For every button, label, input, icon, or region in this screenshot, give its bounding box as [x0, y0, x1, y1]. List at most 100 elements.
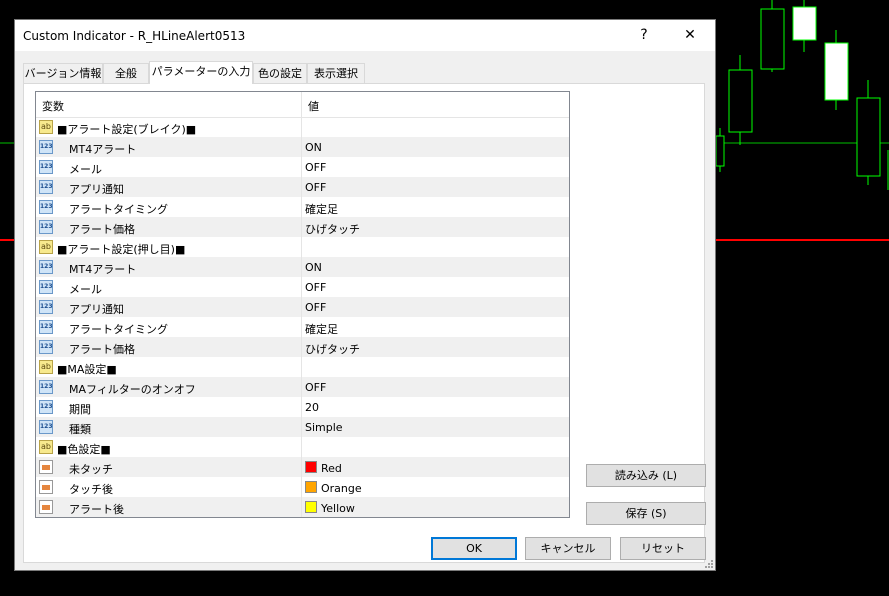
number-type-icon: 123	[39, 180, 53, 194]
table-row[interactable]: 123 期間 20	[36, 397, 569, 417]
parameter-value-cell[interactable]: ひげタッチ	[305, 341, 360, 357]
parameter-value-cell[interactable]: OFF	[305, 181, 326, 194]
parameter-value: OFF	[305, 161, 327, 174]
parameter-value-cell[interactable]: Yellow	[305, 501, 355, 515]
cell-divider	[301, 217, 302, 237]
parameter-name: MT4アラート	[69, 143, 137, 156]
table-row[interactable]: ab ■MA設定■	[36, 357, 569, 377]
table-row[interactable]: 123 アプリ通知 OFF	[36, 177, 569, 197]
number-type-icon: 123	[39, 200, 53, 214]
table-row[interactable]: タッチ後 Orange	[36, 477, 569, 497]
number-type-icon: 123	[39, 420, 53, 434]
table-row[interactable]: 123 メール OFF	[36, 277, 569, 297]
table-row[interactable]: 123 アラート価格 ひげタッチ	[36, 337, 569, 357]
close-button[interactable]: ✕	[667, 20, 713, 51]
cancel-button[interactable]: キャンセル	[525, 537, 611, 560]
title-bar: Custom Indicator - R_HLineAlert0513 ? ✕	[15, 20, 715, 51]
group-heading: ■アラート設定(ブレイク)■	[57, 123, 197, 136]
reset-button[interactable]: リセット	[620, 537, 706, 560]
cell-divider	[301, 177, 302, 197]
color-swatch	[305, 481, 317, 493]
parameter-name: MAフィルターのオンオフ	[69, 383, 196, 396]
group-heading: ■MA設定■	[57, 363, 117, 376]
cell-divider	[301, 197, 302, 217]
parameter-value-cell[interactable]: ひげタッチ	[305, 221, 360, 237]
parameter-value: OFF	[305, 301, 327, 314]
table-row[interactable]: 123 MAフィルターのオンオフ OFF	[36, 377, 569, 397]
save-button[interactable]: 保存 (S)	[586, 502, 706, 525]
table-row[interactable]: 123 種類 Simple	[36, 417, 569, 437]
table-row[interactable]: 123 MT4アラート ON	[36, 137, 569, 157]
tab-general[interactable]: 全般	[103, 63, 149, 83]
parameter-value-cell[interactable]: Orange	[305, 481, 362, 495]
parameter-value-cell[interactable]: Simple	[305, 421, 343, 434]
parameter-value-cell[interactable]: ON	[305, 141, 322, 154]
cell-divider	[301, 137, 302, 157]
table-row[interactable]: アラート後 Yellow	[36, 497, 569, 517]
color-type-icon	[39, 460, 53, 474]
parameter-name: アラート価格	[69, 343, 135, 356]
parameter-name: メール	[69, 163, 102, 176]
table-row[interactable]: 123 メール OFF	[36, 157, 569, 177]
number-type-icon: 123	[39, 220, 53, 234]
number-type-icon: 123	[39, 380, 53, 394]
table-row[interactable]: 123 アプリ通知 OFF	[36, 297, 569, 317]
parameter-name: アプリ通知	[69, 303, 124, 316]
parameter-value-cell[interactable]: OFF	[305, 301, 326, 314]
parameter-name: MT4アラート	[69, 263, 137, 276]
parameter-value: ON	[305, 261, 322, 274]
parameter-value-cell[interactable]: ON	[305, 261, 322, 274]
dialog-body: バージョン情報 全般 パラメーターの入力 色の設定 表示選択 変数 値 ab ■ア…	[15, 51, 715, 570]
parameter-value: OFF	[305, 281, 327, 294]
parameter-value-cell[interactable]: OFF	[305, 381, 326, 394]
number-type-icon: 123	[39, 320, 53, 334]
number-type-icon: 123	[39, 160, 53, 174]
parameter-value: Yellow	[321, 502, 355, 515]
parameter-value: ON	[305, 141, 322, 154]
number-type-icon: 123	[39, 300, 53, 314]
table-row[interactable]: ab ■アラート設定(押し目)■	[36, 237, 569, 257]
parameter-name: アラートタイミング	[69, 323, 168, 336]
parameter-name: アラートタイミング	[69, 203, 168, 216]
string-type-icon: ab	[39, 120, 53, 134]
table-row[interactable]: 123 アラート価格 ひげタッチ	[36, 217, 569, 237]
parameter-value-cell[interactable]: Red	[305, 461, 342, 475]
parameter-value-cell[interactable]: 確定足	[305, 321, 338, 337]
parameter-value-cell[interactable]: OFF	[305, 161, 326, 174]
load-button[interactable]: 読み込み (L)	[586, 464, 706, 487]
window-title: Custom Indicator - R_HLineAlert0513	[23, 29, 246, 43]
tab-display-selection[interactable]: 表示選択	[307, 63, 365, 83]
tab-version-info[interactable]: バージョン情報	[23, 63, 103, 83]
cell-divider	[301, 297, 302, 317]
color-type-icon	[39, 480, 53, 494]
ok-button[interactable]: OK	[431, 537, 517, 560]
parameters-panel: 変数 値 ab ■アラート設定(ブレイク)■ 123 MT4アラート ON 123 メール O…	[23, 83, 706, 563]
resize-grip-icon[interactable]	[703, 558, 713, 568]
parameter-value-cell[interactable]: 確定足	[305, 201, 338, 217]
cell-divider	[301, 237, 302, 257]
table-row[interactable]: 未タッチ Red	[36, 457, 569, 477]
parameter-name: タッチ後	[69, 483, 113, 496]
parameter-value-cell[interactable]: 20	[305, 401, 319, 414]
parameter-value: 20	[305, 401, 319, 414]
tab-input-parameters[interactable]: パラメーターの入力	[149, 61, 253, 84]
column-header-variable[interactable]: 変数	[42, 98, 64, 114]
group-heading: ■色設定■	[57, 443, 111, 456]
color-swatch	[305, 501, 317, 513]
tab-color-settings[interactable]: 色の設定	[253, 63, 307, 83]
parameter-value-cell[interactable]: OFF	[305, 281, 326, 294]
string-type-icon: ab	[39, 440, 53, 454]
parameter-value: 確定足	[305, 203, 338, 216]
parameter-name: 期間	[69, 403, 91, 416]
cell-divider	[301, 317, 302, 337]
table-row[interactable]: ab ■アラート設定(ブレイク)■	[36, 117, 569, 137]
parameter-name: アプリ通知	[69, 183, 124, 196]
table-row[interactable]: 123 アラートタイミング 確定足	[36, 197, 569, 217]
column-header-value[interactable]: 値	[308, 98, 319, 114]
help-button[interactable]: ?	[621, 20, 667, 51]
group-heading: ■アラート設定(押し目)■	[57, 243, 186, 256]
table-row[interactable]: 123 MT4アラート ON	[36, 257, 569, 277]
table-row[interactable]: 123 アラートタイミング 確定足	[36, 317, 569, 337]
table-row[interactable]: ab ■色設定■	[36, 437, 569, 457]
color-type-icon	[39, 500, 53, 514]
